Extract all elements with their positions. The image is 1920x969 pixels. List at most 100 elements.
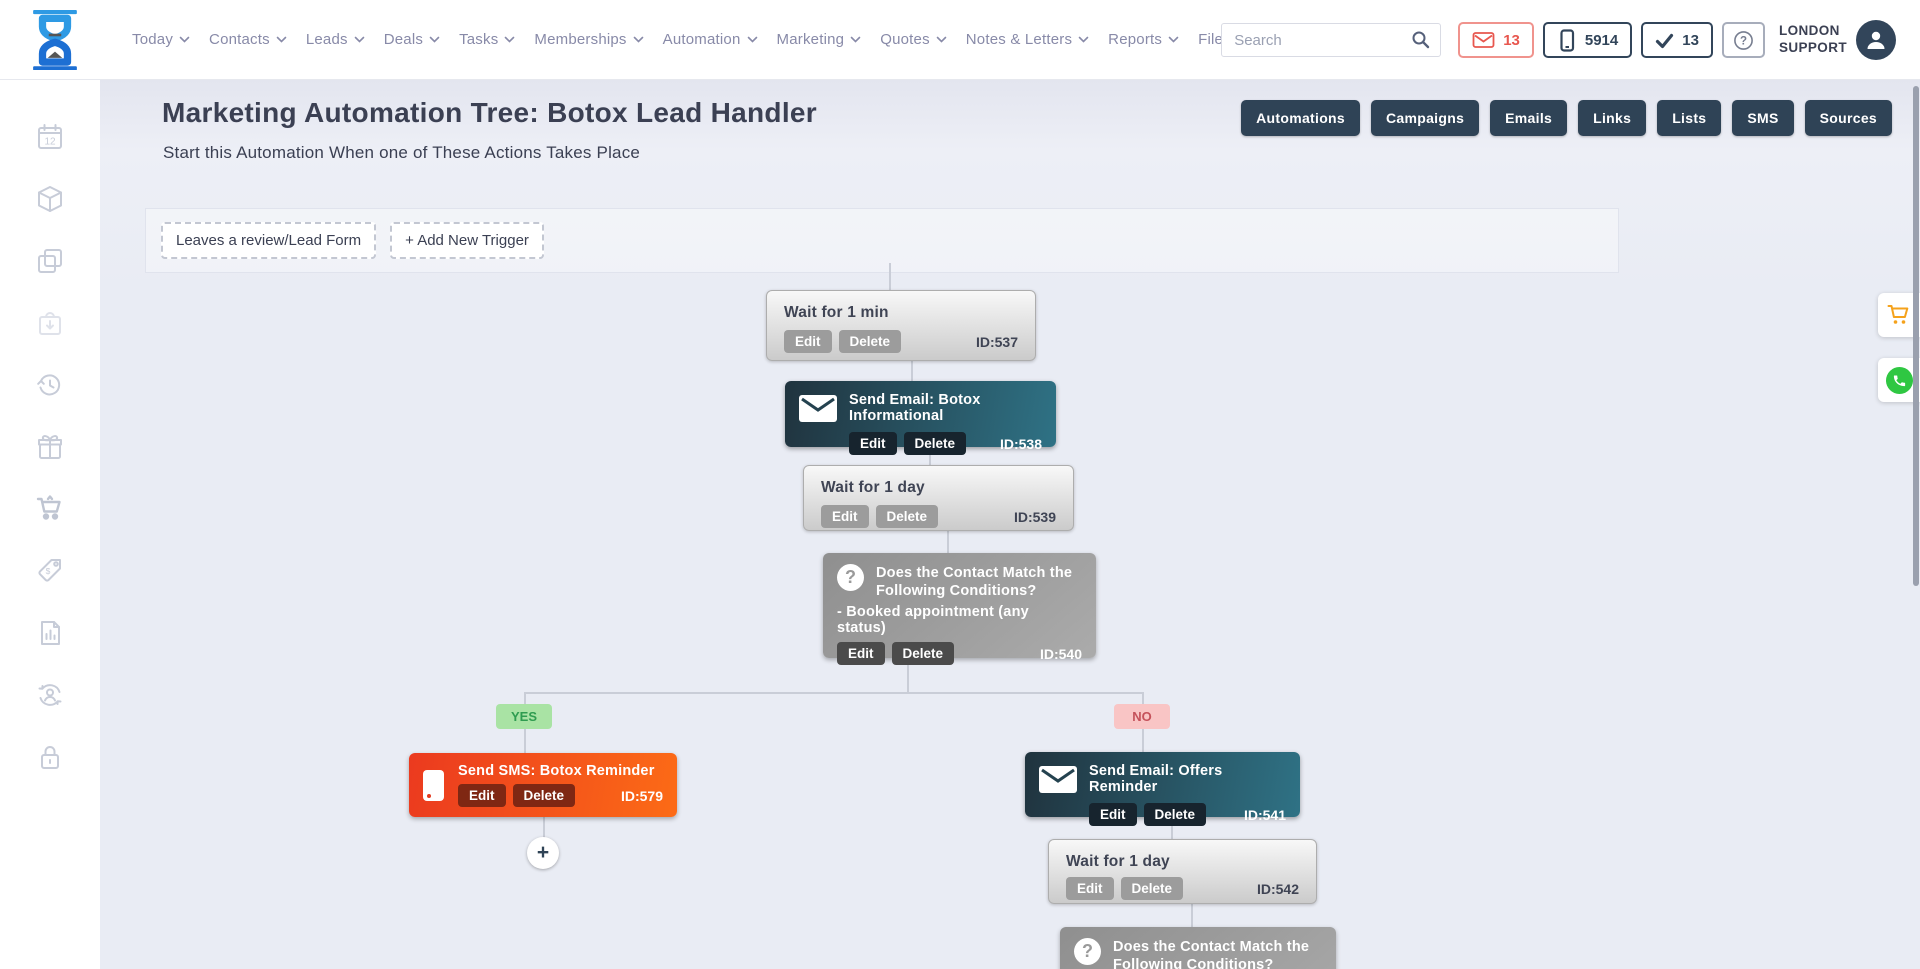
node-wait-539: Wait for 1 day Edit Delete ID:539: [803, 465, 1074, 531]
nav-item-contacts[interactable]: Contacts: [209, 31, 287, 48]
topbar-right: 13 5914 13 ? LONDON SUPPORT: [1221, 0, 1896, 80]
connector: [889, 263, 891, 290]
nav-label: Reports: [1108, 31, 1162, 48]
nav-item-automation[interactable]: Automation: [663, 31, 758, 48]
nav-item-quotes[interactable]: Quotes: [880, 31, 947, 48]
emails-button[interactable]: Emails: [1490, 100, 1567, 136]
whatsapp-icon: [1886, 367, 1913, 394]
main-nav: Today Contacts Leads Deals Tasks Members…: [132, 31, 1231, 48]
sms-phone-icon: [423, 770, 444, 801]
edit-button[interactable]: Edit: [849, 432, 897, 455]
lock-icon[interactable]: [35, 742, 65, 772]
nav-item-marketing[interactable]: Marketing: [777, 31, 862, 48]
connector: [524, 729, 526, 753]
account-name-line1: LONDON: [1779, 23, 1847, 40]
node-email-538: Send Email: Botox Informational Edit Del…: [785, 381, 1056, 447]
svg-text:$: $: [46, 566, 51, 576]
tasks-badge[interactable]: 13: [1641, 22, 1713, 58]
report-icon[interactable]: [35, 618, 65, 648]
gift-icon[interactable]: [35, 432, 65, 462]
branch-yes-label: YES: [496, 704, 552, 729]
edit-button[interactable]: Edit: [1066, 877, 1114, 900]
node-title: Wait for 1 day: [821, 479, 1056, 497]
package-icon[interactable]: [35, 184, 65, 214]
trigger-leaves-review[interactable]: Leaves a review/Lead Form: [161, 222, 376, 259]
chevron-down-icon: [1168, 36, 1179, 43]
page-title: Marketing Automation Tree: Botox Lead Ha…: [162, 97, 817, 129]
campaigns-button[interactable]: Campaigns: [1371, 100, 1479, 136]
price-tag-icon[interactable]: $: [35, 556, 65, 586]
search-input[interactable]: [1222, 32, 1402, 49]
add-new-trigger-button[interactable]: + Add New Trigger: [390, 222, 544, 259]
delete-button[interactable]: Delete: [1144, 803, 1207, 826]
nav-item-reports[interactable]: Reports: [1108, 31, 1179, 48]
nav-label: Today: [132, 31, 173, 48]
nav-item-notes-letters[interactable]: Notes & Letters: [966, 31, 1089, 48]
automation-canvas: Marketing Automation Tree: Botox Lead Ha…: [100, 80, 1920, 969]
nav-item-memberships[interactable]: Memberships: [534, 31, 643, 48]
chevron-down-icon: [354, 36, 365, 43]
delete-button[interactable]: Delete: [904, 432, 967, 455]
chevron-down-icon: [429, 36, 440, 43]
edit-button[interactable]: Edit: [837, 642, 885, 665]
node-id: ID:537: [976, 334, 1018, 350]
node-id: ID:541: [1244, 807, 1286, 823]
delete-button[interactable]: Delete: [1121, 877, 1184, 900]
nav-item-leads[interactable]: Leads: [306, 31, 365, 48]
nav-item-deals[interactable]: Deals: [384, 31, 440, 48]
shopping-bag-icon[interactable]: [35, 308, 65, 338]
messages-badge[interactable]: 13: [1458, 22, 1534, 58]
chevron-down-icon: [276, 36, 287, 43]
chevron-down-icon: [747, 36, 758, 43]
copy-icon[interactable]: [35, 246, 65, 276]
delete-button[interactable]: Delete: [892, 642, 955, 665]
search-icon: [1411, 30, 1431, 50]
connector: [1191, 904, 1193, 927]
node-title: Send Email: Botox Informational: [849, 392, 1042, 424]
nav-label: Deals: [384, 31, 423, 48]
node-wait-537: Wait for 1 min Edit Delete ID:537: [766, 290, 1036, 361]
nav-item-today[interactable]: Today: [132, 31, 190, 48]
delete-button[interactable]: Delete: [513, 784, 576, 807]
connector: [1142, 729, 1144, 752]
calls-badge[interactable]: 5914: [1543, 22, 1632, 58]
scrollbar-thumb[interactable]: [1913, 86, 1919, 586]
node-title: Does the Contact Match the Following Con…: [876, 564, 1082, 600]
node-id: ID:538: [1000, 436, 1042, 452]
calendar-icon[interactable]: 12: [35, 122, 65, 152]
nav-label: Contacts: [209, 31, 270, 48]
branch-connector: [524, 692, 1144, 694]
edit-button[interactable]: Edit: [784, 330, 832, 353]
edit-button[interactable]: Edit: [1089, 803, 1137, 826]
sources-button[interactable]: Sources: [1805, 100, 1892, 136]
avatar[interactable]: [1856, 20, 1896, 60]
connector: [543, 817, 545, 839]
automations-button[interactable]: Automations: [1241, 100, 1360, 136]
add-step-button[interactable]: +: [527, 837, 559, 869]
edit-button[interactable]: Edit: [458, 784, 506, 807]
lists-button[interactable]: Lists: [1657, 100, 1721, 136]
tasks-count: 13: [1682, 32, 1699, 49]
cart-icon[interactable]: [35, 494, 65, 524]
envelope-icon: [799, 395, 837, 422]
help-badge[interactable]: ?: [1722, 22, 1765, 58]
delete-button[interactable]: Delete: [876, 505, 939, 528]
user-sync-icon[interactable]: [35, 680, 65, 710]
condition-criteria: - Booked appointment (any status): [837, 604, 1082, 636]
chevron-down-icon: [850, 36, 861, 43]
nav-item-tasks[interactable]: Tasks: [459, 31, 515, 48]
edit-button[interactable]: Edit: [821, 505, 869, 528]
node-title: Send SMS: Botox Reminder: [458, 763, 663, 779]
history-icon[interactable]: [35, 370, 65, 400]
connector: [524, 692, 526, 704]
search-button[interactable]: [1402, 24, 1440, 56]
nav-label: Memberships: [534, 31, 626, 48]
sms-button[interactable]: SMS: [1732, 100, 1793, 136]
hourglass-logo[interactable]: [30, 10, 80, 70]
links-button[interactable]: Links: [1578, 100, 1646, 136]
cart-icon: [1886, 302, 1912, 328]
nav-label: Quotes: [880, 31, 930, 48]
delete-button[interactable]: Delete: [839, 330, 902, 353]
node-title: Wait for 1 min: [784, 304, 1018, 322]
branch-no-label: NO: [1114, 704, 1170, 729]
